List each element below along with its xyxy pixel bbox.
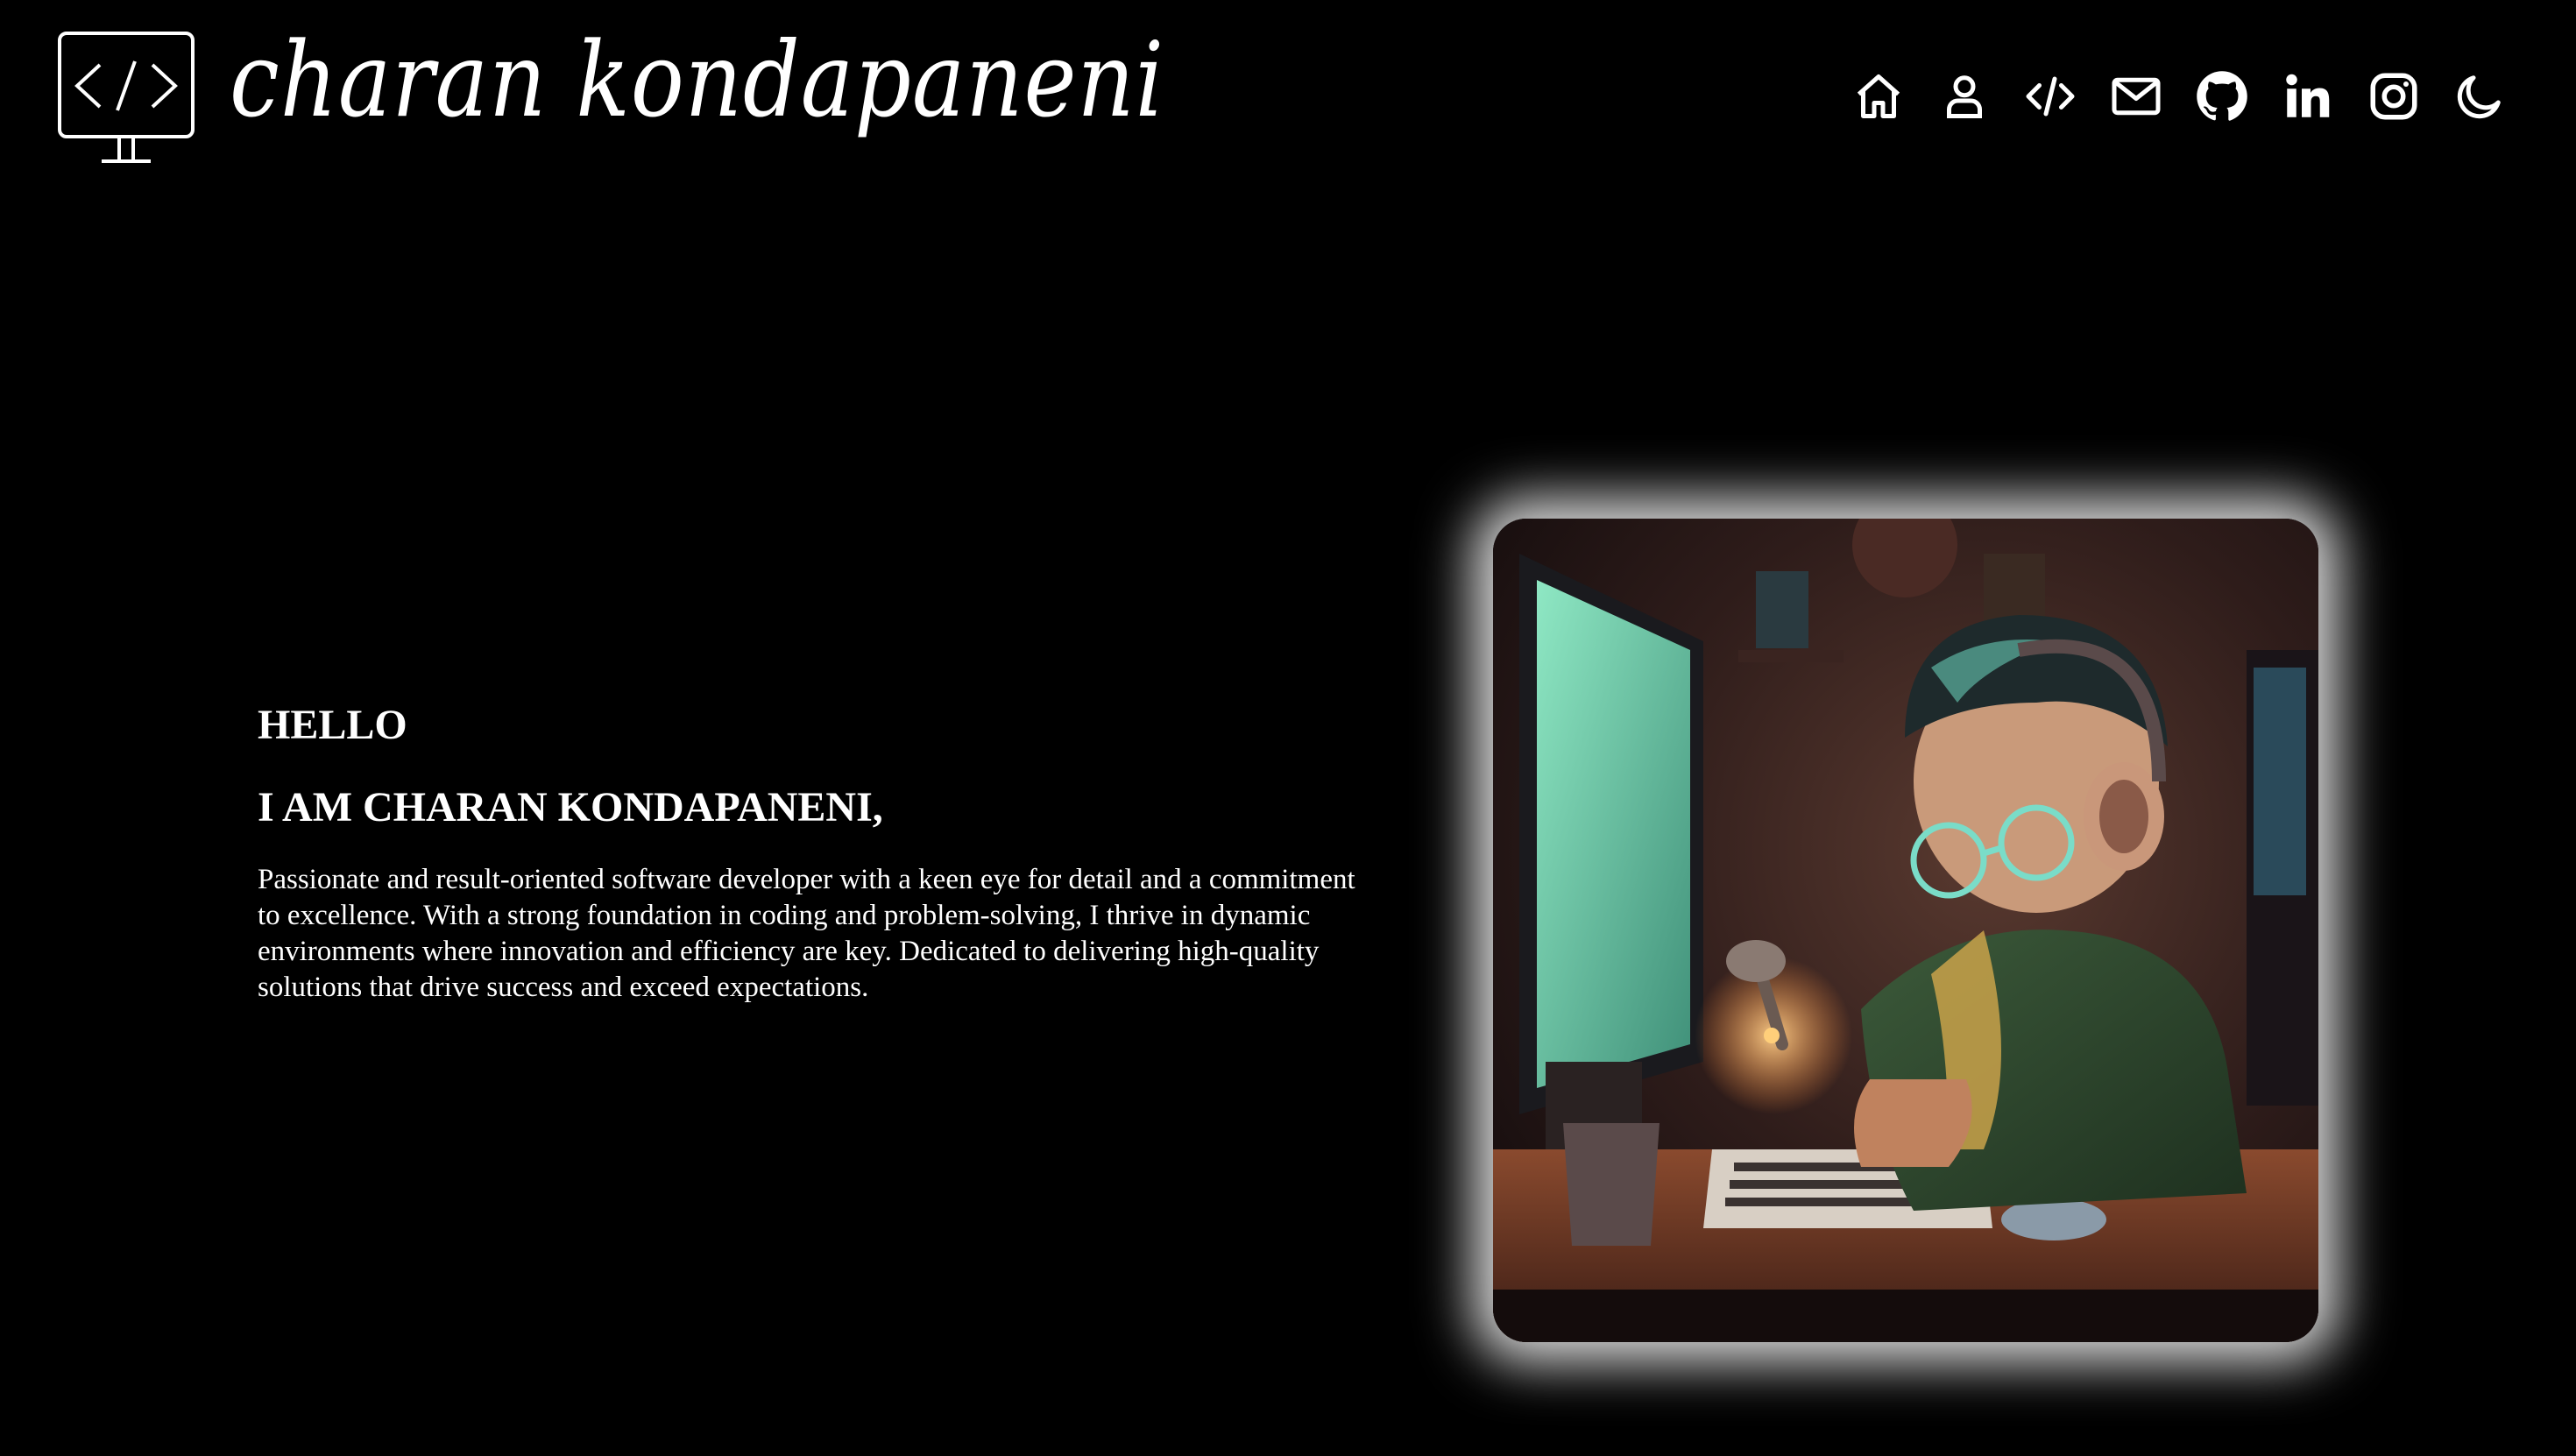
linkedin-icon: [2286, 74, 2330, 117]
nav-instagram[interactable]: [2366, 68, 2422, 124]
code-icon: [2026, 76, 2075, 117]
instagram-icon: [2370, 73, 2417, 120]
brand[interactable]: charan kondapaneni: [56, 19, 1164, 168]
main-nav: [1851, 68, 2508, 124]
brand-name: charan kondapaneni: [230, 19, 1164, 140]
nav-linkedin[interactable]: [2280, 68, 2336, 124]
hero-greeting: HELLO: [258, 702, 407, 748]
mail-icon: [2112, 77, 2161, 116]
home-icon: [1857, 74, 1900, 118]
nav-home[interactable]: [1851, 68, 1907, 124]
hero-section: HELLO I AM CHARAN KONDAPANENI, Passionat…: [258, 697, 1362, 1006]
github-icon: [2197, 71, 2247, 121]
developer-illustration: [1493, 519, 2318, 1342]
nav-contact[interactable]: [2108, 68, 2164, 124]
user-icon: [1947, 75, 1982, 118]
moon-icon: [2457, 75, 2501, 119]
hero-intro: I AM CHARAN KONDAPANENI,: [258, 784, 883, 830]
hero-bio: Passionate and result-oriented software …: [258, 864, 1355, 1003]
theme-toggle[interactable]: [2452, 68, 2508, 124]
nav-github[interactable]: [2194, 68, 2250, 124]
monitor-code-icon: [58, 32, 195, 163]
nav-about[interactable]: [1936, 68, 1992, 124]
nav-projects[interactable]: [2022, 68, 2078, 124]
hero-illustration: [1493, 519, 2318, 1342]
